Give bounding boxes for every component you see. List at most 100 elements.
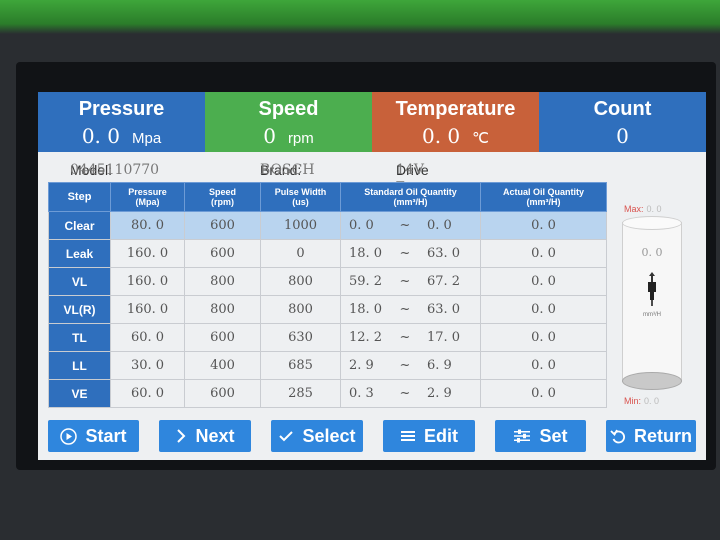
standard-oil-cell: 12. 2 ~17. 0 [340,323,481,352]
column-header-step: Step [48,182,111,212]
column-header-pulse-width: Pulse Width (us) [260,182,341,212]
pressure-cell: 60. 0 [110,323,185,352]
actual-oil-cell: 0. 0 [480,239,607,268]
screen: Pressure 0. 0 Mpa Speed 0 rpm Temperature … [38,92,706,460]
temperature-panel: Temperature 0. 0 ℃ [372,92,539,152]
standard-oil-min: 59. 2 [349,274,383,289]
standard-oil-min: 12. 2 [349,330,383,345]
edit-button[interactable]: Edit [383,420,475,452]
table-row[interactable]: Leak 160. 0 600 0 18. 0 ~63. 0 0. 0 [48,239,607,268]
table-row[interactable]: TL 60. 0 600 630 12. 2 ~17. 0 0. 0 [48,323,607,352]
step-name-cell: VL(R) [48,295,111,324]
standard-oil-cell: 18. 0 ~63. 0 [340,239,481,268]
actual-oil-cell: 0. 0 [480,323,607,352]
range-separator: ~ [399,246,411,261]
measuring-cylinder: 0. 0 mm³/H [622,216,682,390]
table-row[interactable]: VL(R) 160. 0 800 800 18. 0 ~63. 0 0. 0 [48,295,607,324]
standard-oil-max: 2. 9 [427,386,452,401]
gauge-max-label: Max: [624,204,644,214]
actual-oil-cell: 0. 0 [480,211,607,240]
speed-title: Speed [258,98,319,120]
pulse-width-cell: 685 [260,351,341,380]
pressure-cell: 160. 0 [110,295,185,324]
injector-info-bar: Model: 0445110770 Brand: BOSCH Drive Typ… [38,156,706,194]
temperature-unit: ℃ [472,130,490,147]
pulse-width-cell: 800 [260,295,341,324]
oil-quantity-gauge: Max: 0. 0 0. 0 mm³/H Min: 0. 0 [610,182,706,412]
menu-icon [400,429,416,443]
gauge-reading: 0. 0 [641,246,663,259]
gauge-unit: mm³/H [643,312,661,318]
pulse-width-cell: 800 [260,267,341,296]
standard-oil-max: 0. 0 [427,218,452,233]
chevron-right-icon [175,428,187,444]
select-button[interactable]: Select [271,420,363,452]
speed-cell: 600 [184,323,261,352]
step-name-cell: LL [48,351,111,380]
pressure-unit: Mpa [131,130,162,147]
select-button-label: Select [302,425,356,446]
step-name-cell: Leak [48,239,111,268]
actual-oil-cell: 0. 0 [480,379,607,408]
pressure-cell: 80. 0 [110,211,185,240]
temperature-value: 0. 0 [421,124,461,148]
speed-value: 0 [263,124,276,148]
drive-type-value: 14V [396,162,424,178]
standard-oil-cell: 18. 0 ~63. 0 [340,295,481,324]
count-value: 0 [616,124,629,148]
gauge-max-value: 0. 0 [646,204,662,214]
set-button[interactable]: Set [495,420,586,452]
pressure-panel: Pressure 0. 0 Mpa [38,92,205,152]
table-row[interactable]: VE 60. 0 600 285 0. 3 ~2. 9 0. 0 [48,379,607,408]
actual-oil-cell: 0. 0 [480,351,607,380]
test-steps-table: Step Pressure (Mpa) Speed (rpm) Pulse Wi… [48,182,607,408]
table-header-row: Step Pressure (Mpa) Speed (rpm) Pulse Wi… [48,182,607,212]
standard-oil-min: 0. 3 [349,386,374,401]
pressure-cell: 60. 0 [110,379,185,408]
next-button-label: Next [195,425,235,446]
pulse-width-cell: 1000 [260,211,341,240]
pressure-cell: 30. 0 [110,351,185,380]
standard-oil-max: 63. 0 [427,246,461,261]
set-button-label: Set [539,425,568,446]
gauge-min-label: Min: [624,396,642,406]
step-name-cell: TL [48,323,111,352]
status-header: Pressure 0. 0 Mpa Speed 0 rpm Temperature … [38,92,706,152]
model-value: 0445110770 [70,162,160,178]
injector-icon [648,272,656,306]
standard-oil-min: 2. 9 [349,358,374,373]
device-top-bezel [0,0,720,34]
column-header-pressure: Pressure (Mpa) [110,182,185,212]
play-circle-icon [60,427,78,445]
range-separator: ~ [399,274,411,289]
column-header-standard-oil: Standard Oil Quantity (mm³/H) [340,182,481,212]
speed-cell: 800 [184,295,261,324]
actual-oil-cell: 0. 0 [480,295,607,324]
standard-oil-cell: 0. 0 ~0. 0 [340,211,481,240]
standard-oil-cell: 0. 3 ~2. 9 [340,379,481,408]
edit-button-label: Edit [424,425,458,446]
step-name-cell: VL [48,267,111,296]
range-separator: ~ [399,358,411,373]
standard-oil-max: 6. 9 [427,358,452,373]
start-button[interactable]: Start [48,420,139,452]
range-separator: ~ [399,386,411,401]
column-header-actual-oil: Actual Oil Quantity (mm³/H) [480,182,607,212]
pressure-cell: 160. 0 [110,267,185,296]
return-button[interactable]: Return [606,420,696,452]
next-button[interactable]: Next [159,420,251,452]
table-row[interactable]: LL 30. 0 400 685 2. 9 ~6. 9 0. 0 [48,351,607,380]
count-panel: Count 0 [539,92,706,152]
standard-oil-cell: 2. 9 ~6. 9 [340,351,481,380]
speed-cell: 600 [184,211,261,240]
speed-panel: Speed 0 rpm [205,92,372,152]
pulse-width-cell: 0 [260,239,341,268]
table-row[interactable]: Clear 80. 0 600 1000 0. 0 ~0. 0 0. 0 [48,211,607,240]
action-bar: Start Next Select Edit Set Return [38,416,706,456]
table-row[interactable]: VL 160. 0 800 800 59. 2 ~67. 2 0. 0 [48,267,607,296]
standard-oil-cell: 59. 2 ~67. 2 [340,267,481,296]
speed-cell: 400 [184,351,261,380]
step-name-cell: Clear [48,211,111,240]
range-separator: ~ [399,330,411,345]
speed-cell: 600 [184,239,261,268]
